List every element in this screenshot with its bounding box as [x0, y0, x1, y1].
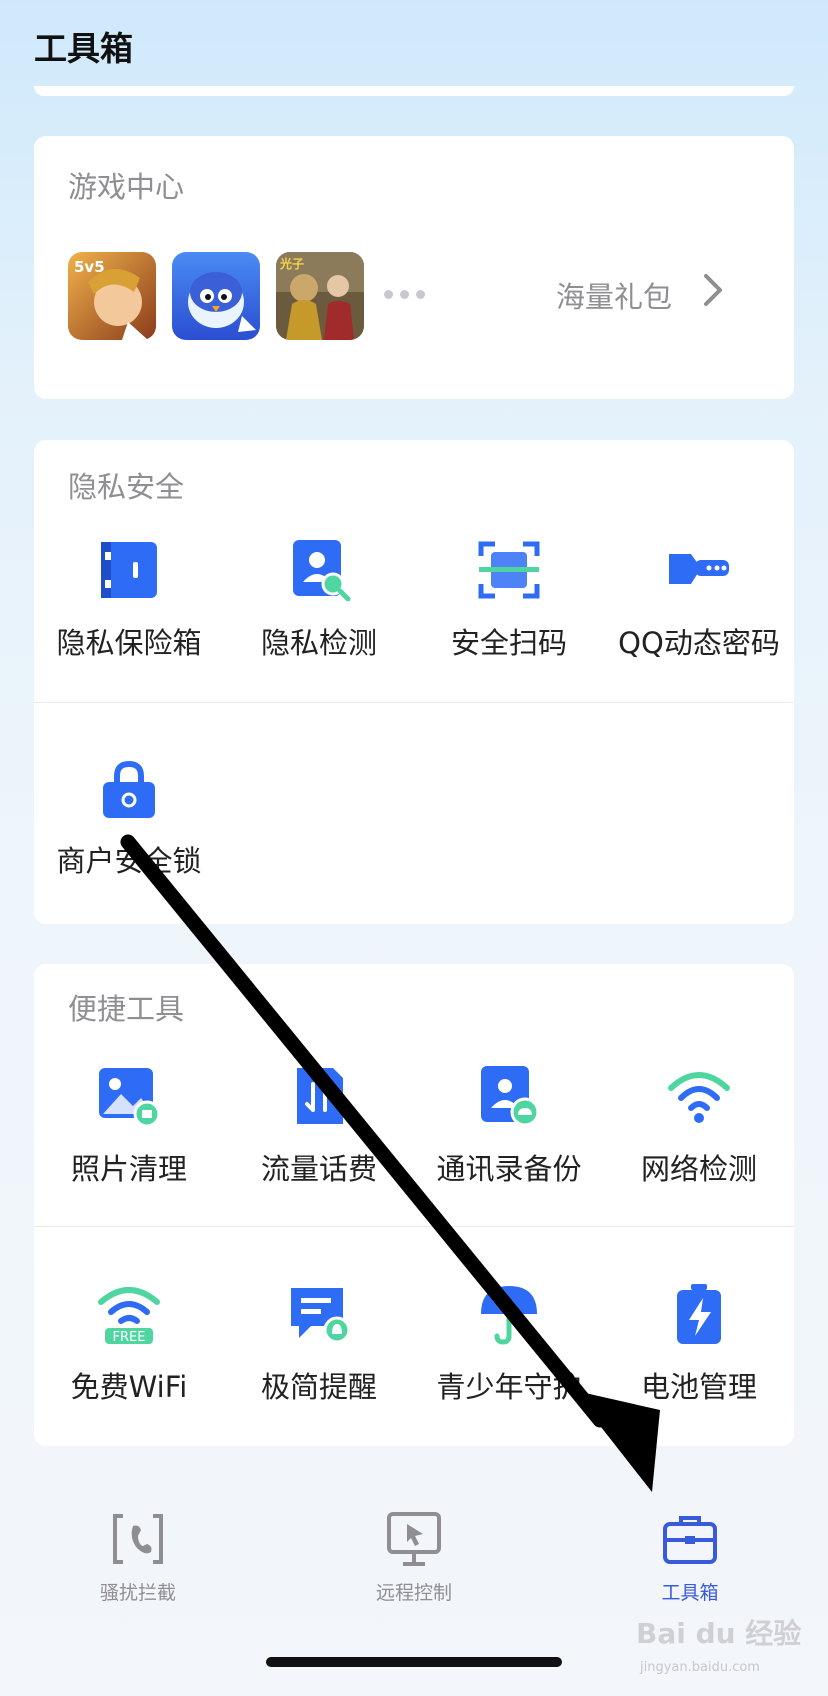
home-indicator[interactable] — [266, 1657, 562, 1667]
remote-control-icon — [387, 1512, 441, 1566]
section-title-game-center: 游戏中心 — [68, 170, 185, 204]
tool-free-wifi[interactable]: FREE 免费WiFi — [34, 1282, 224, 1406]
tool-network-check[interactable]: 网络检测 — [604, 1064, 794, 1188]
tab-remote-control[interactable]: 远程控制 — [334, 1510, 494, 1605]
tool-label: 免费WiFi — [70, 1370, 188, 1404]
watermark-url: jingyan.baidu.com — [640, 1660, 760, 1675]
contacts-backup-icon — [481, 1066, 540, 1127]
tool-label: 隐私检测 — [260, 626, 377, 660]
divider — [34, 1226, 794, 1227]
tool-data-bill[interactable]: 流量话费 — [224, 1064, 414, 1188]
privacy-check-icon — [293, 540, 351, 602]
penguin-game-icon[interactable] — [172, 252, 260, 340]
chevron-right-icon[interactable] — [702, 270, 724, 310]
tool-label: QQ动态密码 — [618, 626, 780, 660]
game-center-card[interactable]: 游戏中心 5v5 光子 海量礼包 — [34, 136, 794, 399]
page-title: 工具箱 — [34, 29, 133, 68]
scan-icon — [478, 541, 540, 599]
tool-teen-guard[interactable]: 青少年守护 — [414, 1282, 604, 1406]
game-badge: 5v5 — [74, 258, 105, 276]
data-bill-icon — [297, 1068, 343, 1124]
divider — [34, 702, 794, 703]
lock-icon — [103, 760, 155, 818]
photo-clean-icon — [99, 1068, 161, 1128]
tab-label: 骚扰拦截 — [99, 1582, 176, 1604]
call-block-icon — [113, 1514, 163, 1564]
section-title-tools: 便捷工具 — [68, 992, 185, 1026]
tool-label: 商户安全锁 — [56, 844, 202, 878]
wifi-icon — [668, 1072, 730, 1123]
tab-call-block[interactable]: 骚扰拦截 — [58, 1510, 218, 1605]
tool-contacts-backup[interactable]: 通讯录备份 — [414, 1064, 604, 1188]
watermark: Bai du 经验 — [636, 1617, 802, 1650]
free-wifi-icon: FREE — [98, 1287, 160, 1345]
tab-toolbox[interactable]: 工具箱 — [610, 1510, 770, 1605]
reminder-icon — [291, 1288, 351, 1344]
tool-battery-manage[interactable]: 电池管理 — [604, 1282, 794, 1406]
privacy-security-card: 隐私安全 隐私保险箱 隐私检测 安全扫码 QQ动态密码 商户安全锁 — [34, 440, 794, 924]
key-icon — [669, 554, 729, 584]
tool-label: 电池管理 — [640, 1370, 757, 1404]
battery-icon — [677, 1284, 721, 1344]
tool-label: 流量话费 — [260, 1152, 377, 1186]
toolbox-icon — [663, 1516, 717, 1564]
convenient-tools-card: 便捷工具 照片清理 流量话费 通讯录备份 网络检测 FREE 免费WiFi 极简… — [34, 964, 794, 1446]
honor-of-kings-icon[interactable]: 5v5 — [68, 252, 156, 340]
safe-box-icon — [101, 542, 157, 598]
section-title-privacy: 隐私安全 — [68, 470, 185, 504]
free-badge: FREE — [113, 1330, 146, 1345]
more-games-dots[interactable] — [384, 290, 425, 299]
tool-qq-dynamic-password[interactable]: QQ动态密码 — [604, 538, 794, 662]
tool-label: 极简提醒 — [260, 1370, 377, 1404]
tool-label: 安全扫码 — [450, 626, 567, 660]
previous-card-edge — [34, 86, 794, 96]
pubg-game-icon[interactable]: 光子 — [276, 252, 364, 340]
tool-label: 网络检测 — [640, 1152, 757, 1186]
tool-label: 隐私保险箱 — [56, 626, 202, 660]
tool-label: 青少年守护 — [436, 1370, 582, 1404]
tool-label: 照片清理 — [70, 1152, 187, 1186]
umbrella-icon — [481, 1286, 537, 1345]
gift-label[interactable]: 海量礼包 — [556, 274, 672, 316]
tool-simple-reminder[interactable]: 极简提醒 — [224, 1282, 414, 1406]
tool-privacy-check[interactable]: 隐私检测 — [224, 538, 414, 662]
tab-label: 工具箱 — [661, 1582, 719, 1604]
tool-safe-scan[interactable]: 安全扫码 — [414, 538, 604, 662]
tool-photo-clean[interactable]: 照片清理 — [34, 1064, 224, 1188]
tool-label: 通讯录备份 — [436, 1152, 582, 1186]
tool-privacy-safe[interactable]: 隐私保险箱 — [34, 538, 224, 662]
tab-label: 远程控制 — [375, 1582, 452, 1604]
tool-merchant-lock[interactable]: 商户安全锁 — [34, 756, 224, 880]
game-badge: 光子 — [279, 256, 304, 271]
